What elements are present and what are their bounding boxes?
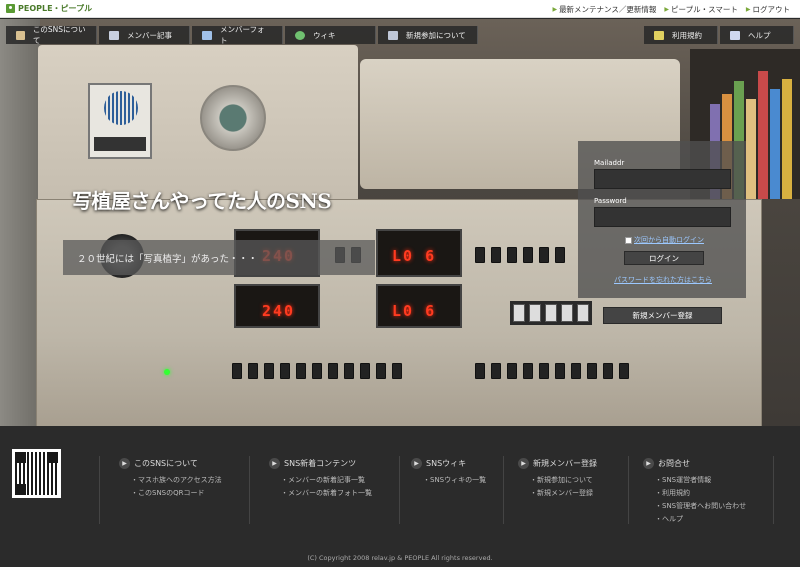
footer-heading[interactable]: ▶ SNS新着コンテンツ [269, 458, 372, 469]
people-smart-link[interactable]: ▶ ピープル・スマート [664, 4, 737, 15]
led-display-3: 240 [234, 284, 320, 328]
footer-col-new-content: ▶SNS新着コンテンツ メンバーの新着記事一覧 メンバーの新着フォト一覧 [269, 458, 372, 501]
mail-label: Mailaddr [594, 159, 625, 167]
nav-join-info[interactable]: 新規参加について [378, 26, 478, 44]
arrow-icon: ▶ [552, 5, 558, 13]
note-icon [109, 30, 119, 40]
arrow-icon: ▶ [518, 458, 529, 469]
footer-col-contact: ▶お問合せ SNS運営者情報 利用規約 SNS管理者へお問い合わせ ヘルプ [643, 458, 746, 527]
top-links: ▶ 最新メンテナンス／更新情報 ▶ ピープル・スマート ▶ ログアウト [544, 0, 790, 18]
power-led [164, 369, 170, 375]
forgot-password-link[interactable]: パスワードを忘れた方はこちら [614, 275, 712, 285]
footer-heading[interactable]: ▶ このSNSについて [119, 458, 222, 469]
site-logo-text: PEOPLE・ピープル [18, 4, 93, 13]
footer-link[interactable]: このSNSのQRコード [131, 488, 222, 498]
photo-icon [202, 30, 212, 40]
footer-col-about: ▶このSNSについて マスホ族へのアクセス方法 このSNSのQRコード [119, 458, 222, 501]
led-display-4: L0 6 [376, 284, 462, 328]
password-label: Password [594, 197, 627, 205]
people-icon [16, 30, 25, 40]
site-logo[interactable]: PEOPLE・ピープル [6, 3, 92, 14]
switch-row-4 [475, 363, 629, 379]
arrow-icon: ▶ [664, 5, 670, 13]
nav-member-photos[interactable]: メンバーフォト [192, 25, 283, 45]
mail-input[interactable] [594, 169, 731, 189]
arrow-icon: ▶ [643, 458, 654, 469]
footer-heading[interactable]: ▶ お問合せ [643, 458, 746, 469]
arrow-icon: ▶ [745, 5, 751, 13]
logout-link[interactable]: ▶ ログアウト [746, 4, 790, 15]
globe-icon [295, 30, 305, 40]
copyright: (C) Copyright 2008 relav.jp & PEOPLE All… [307, 554, 493, 562]
help-icon [730, 30, 740, 40]
switch-row-3 [232, 363, 402, 379]
footer-col-wiki: ▶SNSウィキ SNSウィキの一覧 [411, 458, 486, 488]
machine-logo-plate [88, 83, 152, 159]
hero-subline: ２０世紀には「写真植字」があった・・・ [63, 240, 375, 275]
machine-round-window [200, 85, 266, 151]
hero-headline: 写植屋さんやってた人のSNS [72, 189, 332, 213]
footer-col-register: ▶新規メンバー登録 新規参加について 新規メンバー登録 [518, 458, 597, 501]
password-input[interactable] [594, 207, 731, 227]
checkbox-icon [625, 236, 632, 244]
top-bar: PEOPLE・ピープル ▶ 最新メンテナンス／更新情報 ▶ ピープル・スマート ▶ ロ… [0, 0, 800, 18]
qr-code [12, 449, 61, 498]
maintenance-link[interactable]: ▶ 最新メンテナンス／更新情報 [552, 4, 656, 15]
footer-link[interactable]: ヘルプ [655, 514, 746, 524]
nav-member-articles[interactable]: メンバー記事 [99, 26, 190, 44]
login-panel: Mailaddr Password 次回から自動ログイン ログイン パスワードを… [578, 141, 746, 298]
footer-link[interactable]: 新規メンバー登録 [530, 488, 597, 498]
footer-link[interactable]: SNSウィキの一覧 [423, 475, 486, 485]
footer-link[interactable]: 新規参加について [530, 475, 597, 485]
nav-help[interactable]: ヘルプ [720, 26, 794, 44]
nav-terms[interactable]: 利用規約 [644, 26, 718, 44]
footer-link[interactable]: SNS運営者情報 [655, 475, 746, 485]
footer: ▶このSNSについて マスホ族へのアクセス方法 このSNSのQRコード ▶SNS… [0, 426, 800, 567]
footer-link[interactable]: マスホ族へのアクセス方法 [131, 475, 222, 485]
arrow-icon: ▶ [119, 458, 130, 469]
footer-link[interactable]: メンバーの新着フォト一覧 [281, 488, 372, 498]
footer-heading[interactable]: ▶ 新規メンバー登録 [518, 458, 597, 469]
auto-login-checkbox[interactable]: 次回から自動ログイン [625, 235, 704, 245]
nav-about-sns[interactable]: このSNSについて [6, 25, 97, 45]
footer-link[interactable]: メンバーの新着記事一覧 [281, 475, 372, 485]
led-display-2: L0 6 [376, 229, 462, 277]
secondary-nav: 利用規約 ヘルプ [644, 26, 794, 44]
arrow-icon: ▶ [411, 458, 422, 469]
arrow-icon: ▶ [269, 458, 280, 469]
footer-heading[interactable]: ▶ SNSウィキ [411, 458, 486, 469]
footer-link[interactable]: 利用規約 [655, 488, 746, 498]
login-button[interactable]: ログイン [624, 251, 704, 265]
footer-link[interactable]: SNS管理者へお問い合わせ [655, 501, 746, 511]
main-nav: このSNSについて メンバー記事 メンバーフォト ウィキ 新規参加について [6, 25, 478, 45]
users-icon [388, 30, 398, 40]
hero-background-wall [0, 19, 40, 426]
white-button-row [510, 301, 592, 325]
pen-icon [654, 30, 664, 40]
nav-wiki[interactable]: ウィキ [285, 26, 376, 44]
people-logo-icon [6, 4, 15, 13]
switch-row-2 [475, 247, 565, 263]
register-button[interactable]: 新規メンバー登録 [603, 307, 722, 324]
